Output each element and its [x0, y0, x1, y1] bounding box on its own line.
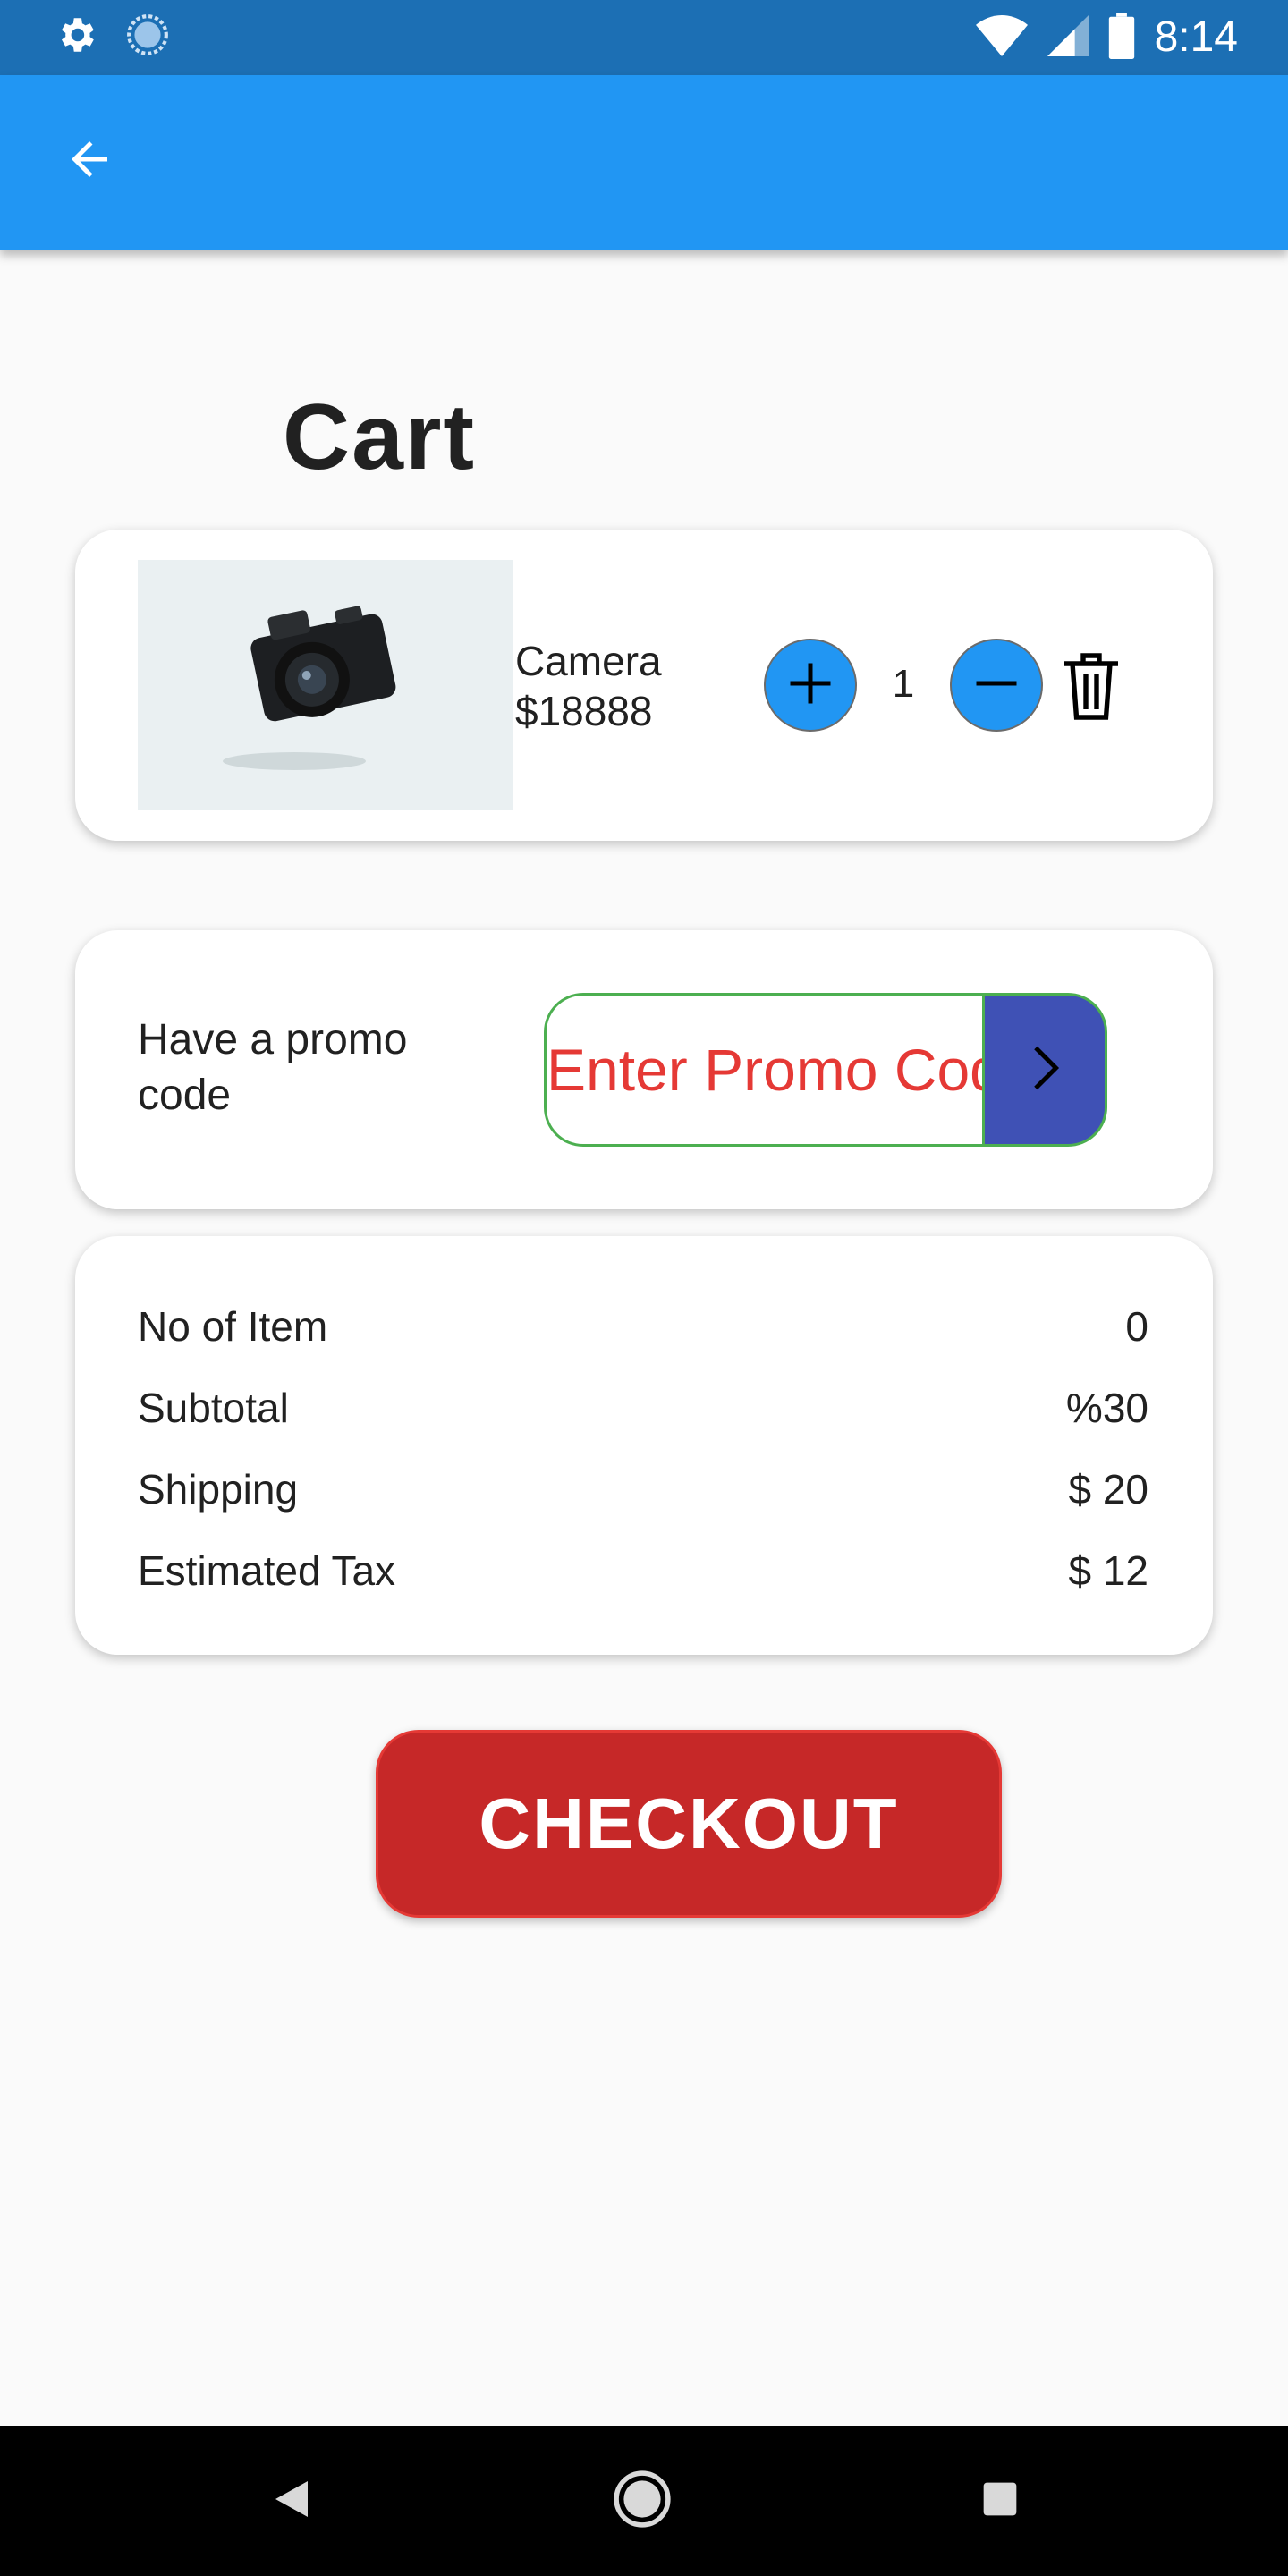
- summary-label: No of Item: [138, 1303, 328, 1350]
- product-price: $18888: [515, 688, 653, 734]
- promo-label: Have a promo code: [138, 1016, 408, 1119]
- summary-row-subtotal: Subtotal %30: [138, 1384, 1148, 1432]
- minus-icon: [970, 657, 1023, 715]
- summary-label: Subtotal: [138, 1385, 289, 1431]
- status-bar: 8:14: [0, 0, 1288, 75]
- arrow-left-icon: [63, 132, 116, 191]
- summary-value: $ 20: [1068, 1466, 1148, 1513]
- battery-icon: [1108, 12, 1135, 64]
- product-image: [138, 560, 513, 810]
- chevron-right-icon: [1022, 1041, 1067, 1099]
- summary-label: Shipping: [138, 1466, 299, 1513]
- summary-value: 0: [1125, 1303, 1148, 1350]
- trash-icon: [1059, 653, 1123, 726]
- quantity-value: 1: [892, 662, 915, 706]
- summary-row-tax: Estimated Tax $ 12: [138, 1546, 1148, 1595]
- summary-label: Estimated Tax: [138, 1547, 396, 1594]
- system-nav-bar: [0, 2426, 1288, 2576]
- nav-recents-button[interactable]: [964, 2465, 1036, 2537]
- page-title: Cart: [283, 386, 477, 489]
- decrease-quantity-button[interactable]: [950, 639, 1043, 732]
- summary-row-shipping: Shipping $ 20: [138, 1465, 1148, 1513]
- nav-home-button[interactable]: [606, 2465, 678, 2537]
- signal-icon: [1046, 14, 1089, 61]
- summary-value: %30: [1065, 1385, 1148, 1431]
- summary-row-items: No of Item 0: [138, 1302, 1148, 1351]
- promo-code-input[interactable]: [547, 1036, 1005, 1104]
- promo-submit-button[interactable]: [982, 993, 1107, 1147]
- home-circle-icon: [613, 2470, 672, 2533]
- wifi-icon: [975, 14, 1028, 61]
- delete-item-button[interactable]: [1059, 648, 1123, 723]
- product-name: Camera: [515, 638, 662, 684]
- nav-back-button[interactable]: [256, 2465, 327, 2537]
- increase-quantity-button[interactable]: [764, 639, 857, 732]
- checkout-button[interactable]: CHECKOUT: [376, 1730, 1002, 1918]
- app-bar: [0, 75, 1288, 250]
- gear-icon: [54, 13, 98, 62]
- summary-value: $ 12: [1068, 1547, 1148, 1594]
- recents-square-icon: [980, 2479, 1020, 2523]
- sync-icon: [125, 13, 170, 62]
- back-button[interactable]: [57, 129, 122, 193]
- plus-icon: [784, 657, 837, 715]
- status-time: 8:14: [1154, 13, 1238, 61]
- back-triangle-icon: [272, 2478, 311, 2525]
- promo-code-field[interactable]: [544, 993, 1005, 1147]
